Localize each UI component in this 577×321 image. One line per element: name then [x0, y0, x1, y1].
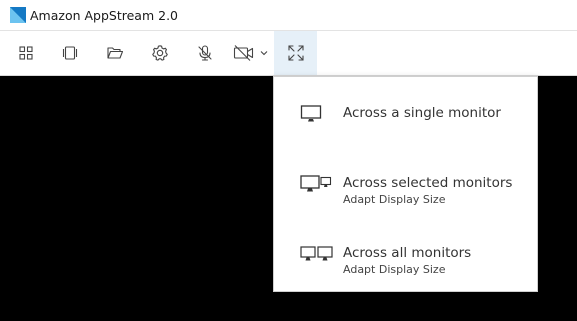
menu-item-sublabel: Adapt Display Size: [343, 263, 446, 276]
selected-monitors-icon: [300, 175, 332, 192]
microphone-button[interactable]: [185, 31, 225, 75]
my-files-button[interactable]: [95, 31, 135, 75]
menu-item-label: Across a single monitor: [343, 105, 501, 121]
toolbar: [0, 31, 577, 76]
microphone-off-icon: [198, 45, 212, 61]
all-monitors-icon: [300, 246, 333, 261]
chevron-down-icon: [260, 51, 267, 56]
gear-icon: [152, 45, 168, 61]
windows-switcher-button[interactable]: [50, 31, 90, 75]
menu-item-single-monitor[interactable]: Across a single monitor: [274, 85, 537, 145]
settings-button[interactable]: [140, 31, 180, 75]
appstream-logo-icon: [10, 7, 26, 23]
fullscreen-button[interactable]: [274, 31, 317, 75]
menu-item-selected-monitors[interactable]: Across selected monitors Adapt Display S…: [274, 153, 537, 213]
window-title: Amazon AppStream 2.0: [30, 8, 178, 23]
menu-item-label: Across selected monitors: [343, 175, 513, 191]
title-bar: Amazon AppStream 2.0: [0, 0, 577, 31]
single-monitor-icon: [300, 105, 322, 122]
camera-button[interactable]: [226, 31, 274, 75]
menu-item-all-monitors[interactable]: Across all monitors Adapt Display Size: [274, 223, 537, 283]
menu-item-label: Across all monitors: [343, 245, 472, 261]
menu-item-sublabel: Adapt Display Size: [343, 193, 446, 206]
camera-off-icon: [233, 45, 253, 61]
switch-windows-icon: [62, 46, 78, 60]
fullscreen-menu: Across a single monitor Across selected …: [273, 76, 538, 292]
apps-grid-icon: [19, 46, 33, 60]
apps-button[interactable]: [6, 31, 46, 75]
fullscreen-expand-icon: [287, 45, 304, 61]
folder-open-icon: [107, 47, 124, 59]
